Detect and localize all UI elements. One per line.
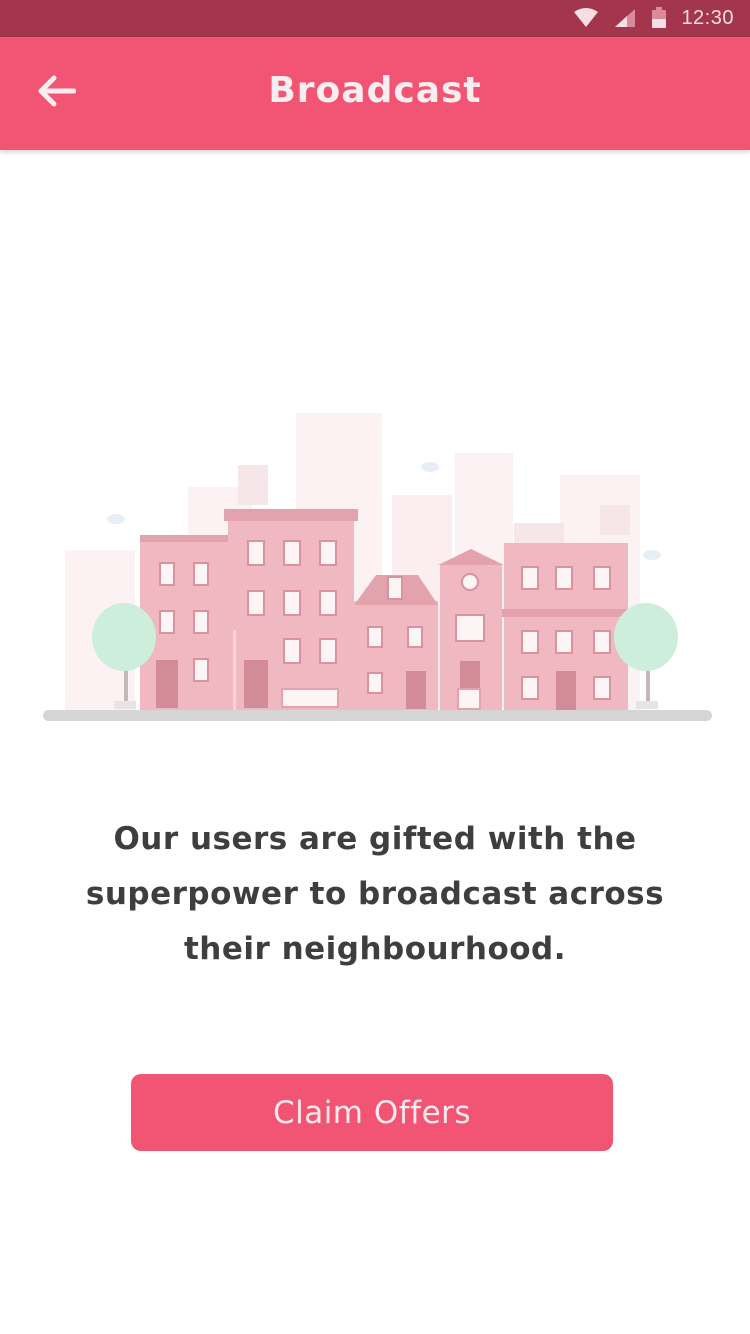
wifi-icon — [574, 8, 599, 27]
battery-icon — [652, 7, 667, 28]
page-title: Broadcast — [268, 70, 482, 111]
building-tower — [438, 549, 504, 713]
status-bar: 12:30 — [0, 0, 750, 37]
broadcast-description: Our users are gifted with the superpower… — [85, 821, 665, 967]
cell-signal-icon — [615, 9, 636, 27]
claim-offers-button[interactable]: Claim Offers — [131, 1074, 613, 1151]
building-right — [502, 523, 632, 713]
claim-offers-label: Claim Offers — [272, 1094, 472, 1131]
neighbourhood-buildings-illustration — [43, 413, 712, 721]
status-time: 12:30 — [681, 6, 734, 29]
status-icons: 12:30 — [573, 4, 734, 32]
building-center-left — [224, 509, 358, 713]
ground-line — [43, 710, 712, 721]
app-bar: Broadcast — [0, 37, 750, 150]
